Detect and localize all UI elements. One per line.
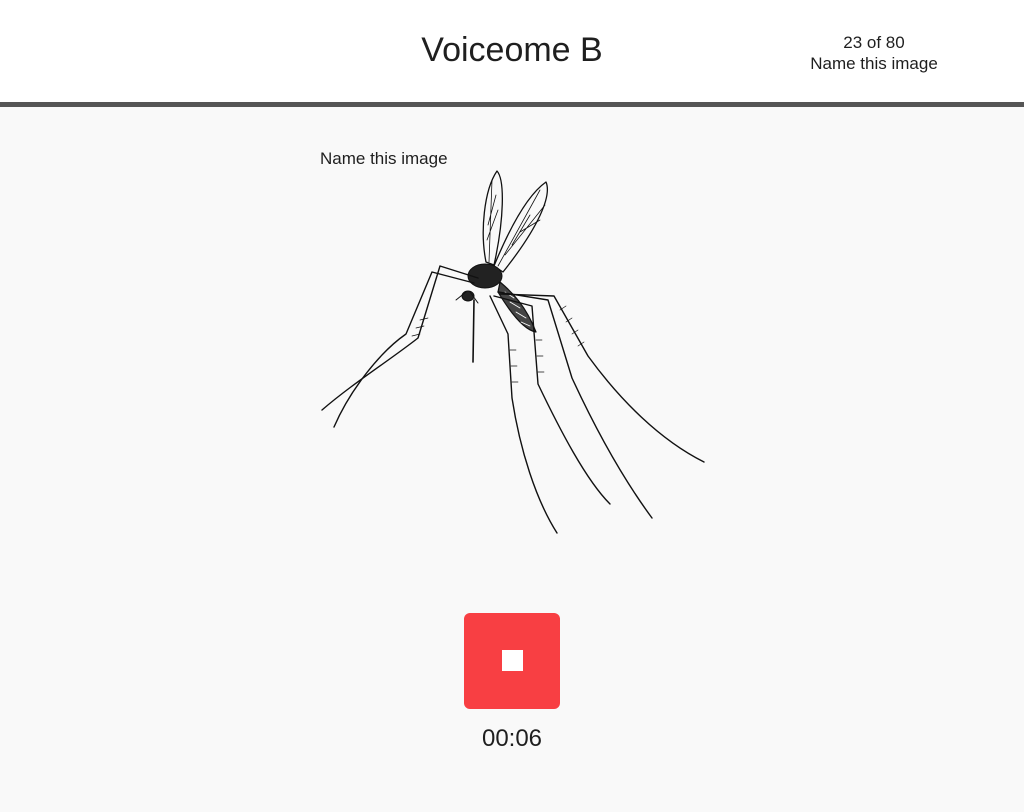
progress-count: 23 of 80 bbox=[843, 33, 905, 52]
app-header: Voiceome B 23 of 80 Name this image bbox=[0, 0, 1024, 107]
task-name: Name this image bbox=[810, 54, 938, 73]
stop-recording-button[interactable] bbox=[464, 613, 560, 709]
mosquito-illustration bbox=[321, 170, 705, 534]
recording-timer: 00:06 bbox=[481, 725, 543, 752]
progress-indicator: 23 of 80 Name this image bbox=[784, 32, 964, 74]
stop-icon bbox=[502, 650, 523, 671]
task-area: Name this image 00:06 bbox=[0, 107, 1024, 812]
